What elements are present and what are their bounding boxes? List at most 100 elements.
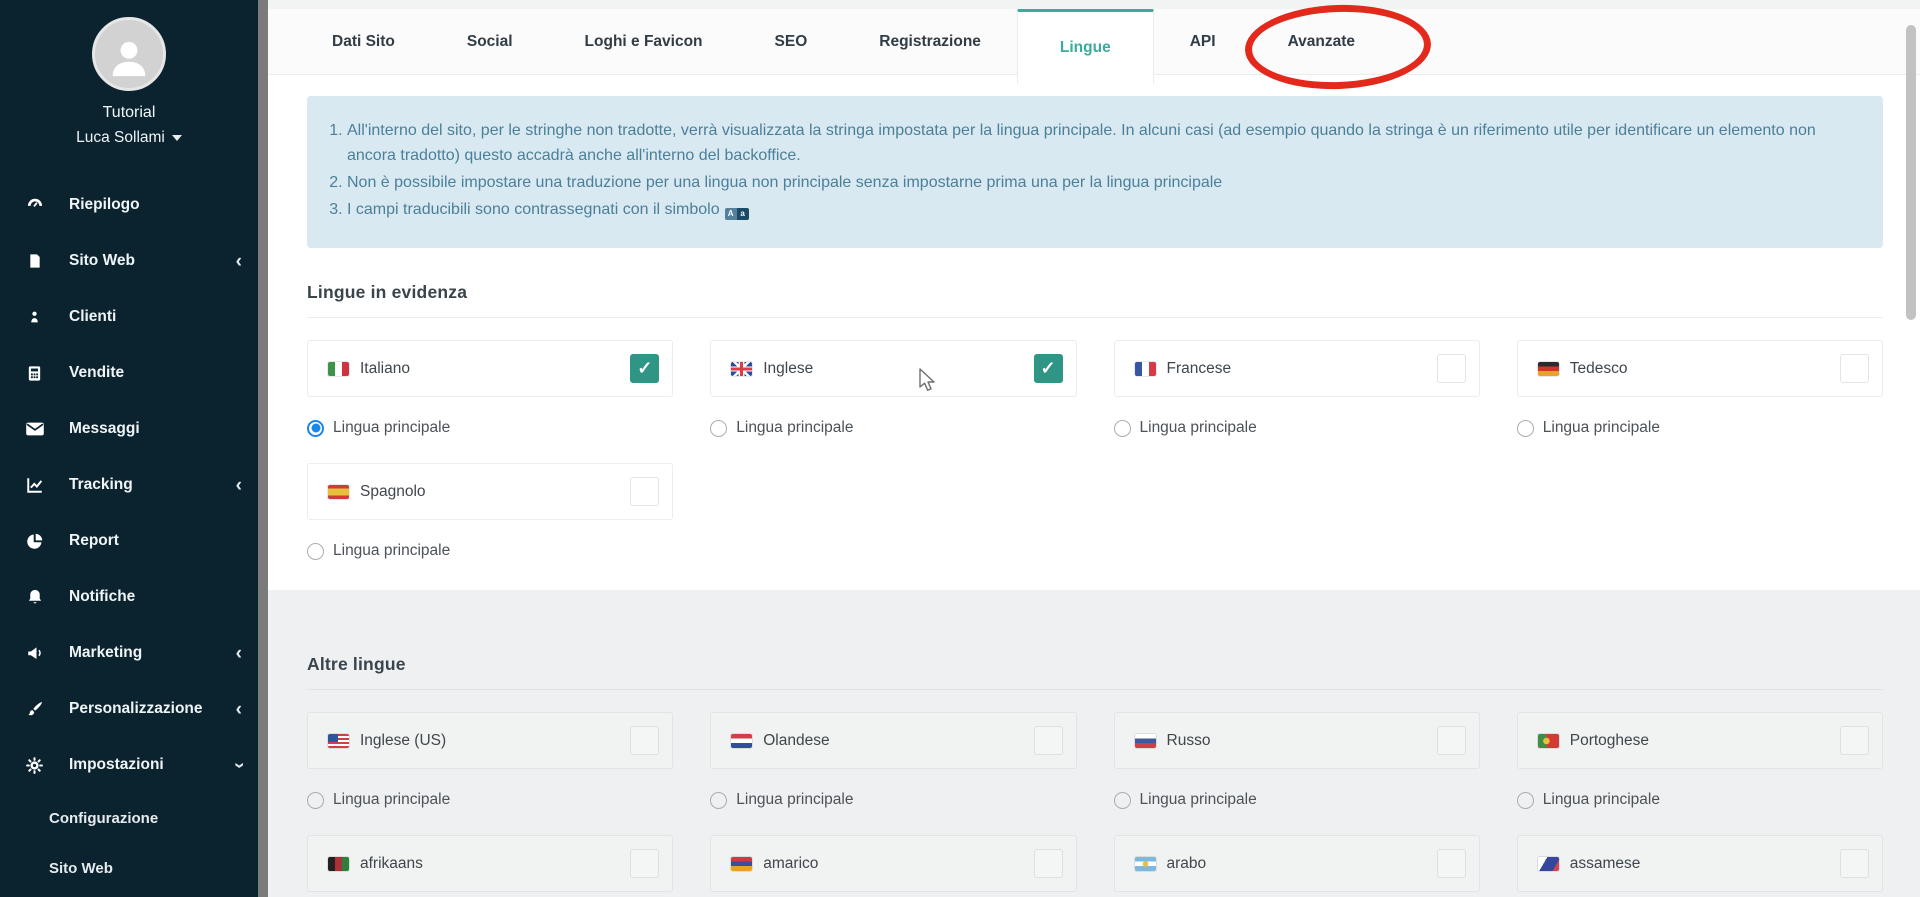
language-checkbox-afrikaans[interactable] bbox=[630, 849, 660, 878]
pie-icon bbox=[24, 531, 45, 551]
principal-radio-italiano[interactable] bbox=[307, 419, 324, 437]
principal-radio-inglese[interactable] bbox=[710, 419, 728, 437]
principal-radio-label: Lingua principale bbox=[1139, 419, 1257, 436]
language-card-afrikaans[interactable]: afrikaans bbox=[307, 835, 674, 892]
language-cell-portoghese: Portoghese Lingua principale bbox=[1516, 712, 1883, 809]
sidebar-item-impostazioni[interactable]: Impostazioni ‹ bbox=[0, 737, 258, 793]
tab-bar: Dati Sito Social Loghi e Favicon SEO Registr… bbox=[268, 9, 1920, 84]
sidebar-item-tracking[interactable]: Tracking ‹ bbox=[0, 457, 258, 513]
user-menu[interactable]: Luca Sollami bbox=[76, 129, 182, 147]
section-title: Lingue in evidenza bbox=[307, 282, 468, 302]
principal-radio-portoghese[interactable] bbox=[1516, 791, 1534, 809]
sidebar-item-notifiche[interactable]: Notifiche bbox=[0, 569, 258, 625]
language-card-spagnolo[interactable]: Spagnolo bbox=[307, 463, 674, 520]
tab-api[interactable]: API bbox=[1154, 9, 1252, 74]
sidebar-item-personalizzazione[interactable]: Personalizzazione ‹ bbox=[0, 681, 258, 737]
principal-radio-row-tedesco[interactable]: Lingua principale bbox=[1516, 419, 1883, 437]
page-scrollbar[interactable] bbox=[1906, 25, 1916, 320]
flag-ru-icon bbox=[1134, 733, 1156, 748]
principal-radio-tedesco[interactable] bbox=[1516, 419, 1534, 437]
sidebar-item-marketing[interactable]: Marketing ‹ bbox=[0, 625, 258, 681]
workspace-name: Tutorial bbox=[102, 104, 156, 121]
language-name: afrikaans bbox=[360, 854, 423, 872]
tab-lingue[interactable]: Lingue bbox=[1016, 9, 1154, 84]
tab-social[interactable]: Social bbox=[431, 9, 549, 74]
chevron-down-icon: ‹ bbox=[228, 761, 250, 769]
sidebar-item-clienti[interactable]: Clienti bbox=[0, 289, 258, 345]
language-checkbox-tedesco[interactable] bbox=[1840, 354, 1869, 383]
tab-registrazione[interactable]: Registrazione bbox=[843, 9, 1017, 74]
section-title: Altre lingue bbox=[307, 654, 406, 674]
principal-radio-row-italiano[interactable]: Lingua principale bbox=[307, 419, 673, 437]
language-card-assamese[interactable]: assamese bbox=[1516, 835, 1883, 892]
tab-dati-sito[interactable]: Dati Sito bbox=[296, 9, 431, 74]
principal-radio-row-inglese[interactable]: Lingua principale bbox=[710, 419, 1076, 437]
language-card-francese[interactable]: Francese bbox=[1113, 340, 1480, 397]
principal-radio-olandese[interactable] bbox=[710, 791, 728, 809]
principal-radio-row-francese[interactable]: Lingua principale bbox=[1113, 419, 1480, 437]
sidebar: Tutorial Luca Sollami Riepilogo Sito Web ‹… bbox=[0, 0, 258, 897]
language-checkbox-inglese-us[interactable] bbox=[630, 726, 660, 755]
language-card-olandese[interactable]: Olandese bbox=[710, 712, 1077, 769]
top-strip bbox=[268, 0, 1920, 9]
chevron-left-icon: ‹ bbox=[235, 474, 242, 496]
principal-radio-row-portoghese[interactable]: Lingua principale bbox=[1516, 791, 1883, 809]
translate-icon: Aa bbox=[724, 208, 749, 220]
language-checkbox-russo[interactable] bbox=[1436, 726, 1466, 755]
language-checkbox-amarico[interactable] bbox=[1033, 849, 1063, 878]
tab-seo[interactable]: SEO bbox=[739, 9, 844, 74]
tab-avanzate[interactable]: Avanzate bbox=[1252, 9, 1391, 74]
language-card-italiano[interactable]: Italiano ✓ bbox=[307, 340, 674, 397]
main-panel: Dati Sito Social Loghi e Favicon SEO Registr… bbox=[268, 0, 1920, 897]
tab-loghi-e-favicon[interactable]: Loghi e Favicon bbox=[549, 9, 739, 74]
sidebar-subitem-sito-web[interactable]: Sito Web bbox=[0, 843, 258, 893]
sidebar-item-report[interactable]: Report bbox=[0, 513, 258, 569]
sidebar-item-label: Riepilogo bbox=[69, 196, 140, 213]
principal-radio-row-russo[interactable]: Lingua principale bbox=[1113, 791, 1480, 809]
language-checkbox-portoghese[interactable] bbox=[1840, 726, 1869, 755]
calculator-icon bbox=[24, 363, 45, 383]
sidebar-item-riepilogo[interactable]: Riepilogo bbox=[0, 177, 258, 233]
principal-radio-row-inglese-us[interactable]: Lingua principale bbox=[307, 791, 673, 809]
language-checkbox-francese[interactable] bbox=[1436, 354, 1466, 383]
language-checkbox-assamese[interactable] bbox=[1840, 849, 1869, 878]
sidebar-item-label: Clienti bbox=[69, 308, 117, 325]
sidebar-item-messaggi[interactable]: Messaggi bbox=[0, 401, 258, 457]
principal-radio-row-spagnolo[interactable]: Lingua principale bbox=[307, 542, 673, 560]
sidebar-subitem-configurazione[interactable]: Configurazione bbox=[0, 793, 258, 843]
divider bbox=[307, 317, 1883, 318]
language-name: arabo bbox=[1166, 854, 1207, 872]
principal-radio-russo[interactable] bbox=[1113, 791, 1131, 809]
language-card-russo[interactable]: Russo bbox=[1113, 712, 1480, 769]
language-name: Olandese bbox=[763, 731, 830, 749]
language-checkbox-italiano[interactable]: ✓ bbox=[630, 354, 660, 383]
language-cell-spagnolo: Spagnolo Lingua principale bbox=[307, 463, 674, 560]
avatar[interactable] bbox=[92, 17, 166, 91]
language-checkbox-arabo[interactable] bbox=[1436, 849, 1466, 878]
flag-ar-icon bbox=[1134, 856, 1156, 871]
settings-content: All'interno del sito, per le stringhe no… bbox=[268, 96, 1920, 897]
principal-radio-spagnolo[interactable] bbox=[307, 542, 324, 560]
language-card-amarico[interactable]: amarico bbox=[710, 835, 1077, 892]
info-note: Non è possibile impostare una traduzione… bbox=[347, 170, 1853, 195]
language-card-portoghese[interactable]: Portoghese bbox=[1516, 712, 1883, 769]
chevron-left-icon: ‹ bbox=[235, 642, 242, 664]
principal-radio-francese[interactable] bbox=[1113, 419, 1131, 437]
language-card-inglese[interactable]: Inglese ✓ bbox=[710, 340, 1077, 397]
language-checkbox-spagnolo[interactable] bbox=[630, 477, 660, 506]
principal-radio-inglese-us[interactable] bbox=[307, 791, 324, 809]
sidebar-item-sito-web[interactable]: Sito Web ‹ bbox=[0, 233, 258, 289]
flag-am-icon bbox=[731, 856, 753, 871]
flag-as-icon bbox=[1537, 856, 1559, 871]
language-card-tedesco[interactable]: Tedesco bbox=[1516, 340, 1883, 397]
language-card-inglese-us[interactable]: Inglese (US) bbox=[307, 712, 674, 769]
envelope-icon bbox=[24, 419, 45, 439]
sidebar-scrollbar[interactable] bbox=[258, 0, 268, 897]
language-checkbox-olandese[interactable] bbox=[1033, 726, 1063, 755]
principal-radio-row-olandese[interactable]: Lingua principale bbox=[710, 791, 1076, 809]
language-checkbox-inglese[interactable]: ✓ bbox=[1033, 354, 1063, 383]
sidebar-item-vendite[interactable]: Vendite bbox=[0, 345, 258, 401]
info-note: I campi traducibili sono contrassegnati … bbox=[347, 197, 1853, 222]
language-cell-russo: Russo Lingua principale bbox=[1113, 712, 1480, 809]
language-card-arabo[interactable]: arabo bbox=[1113, 835, 1480, 892]
